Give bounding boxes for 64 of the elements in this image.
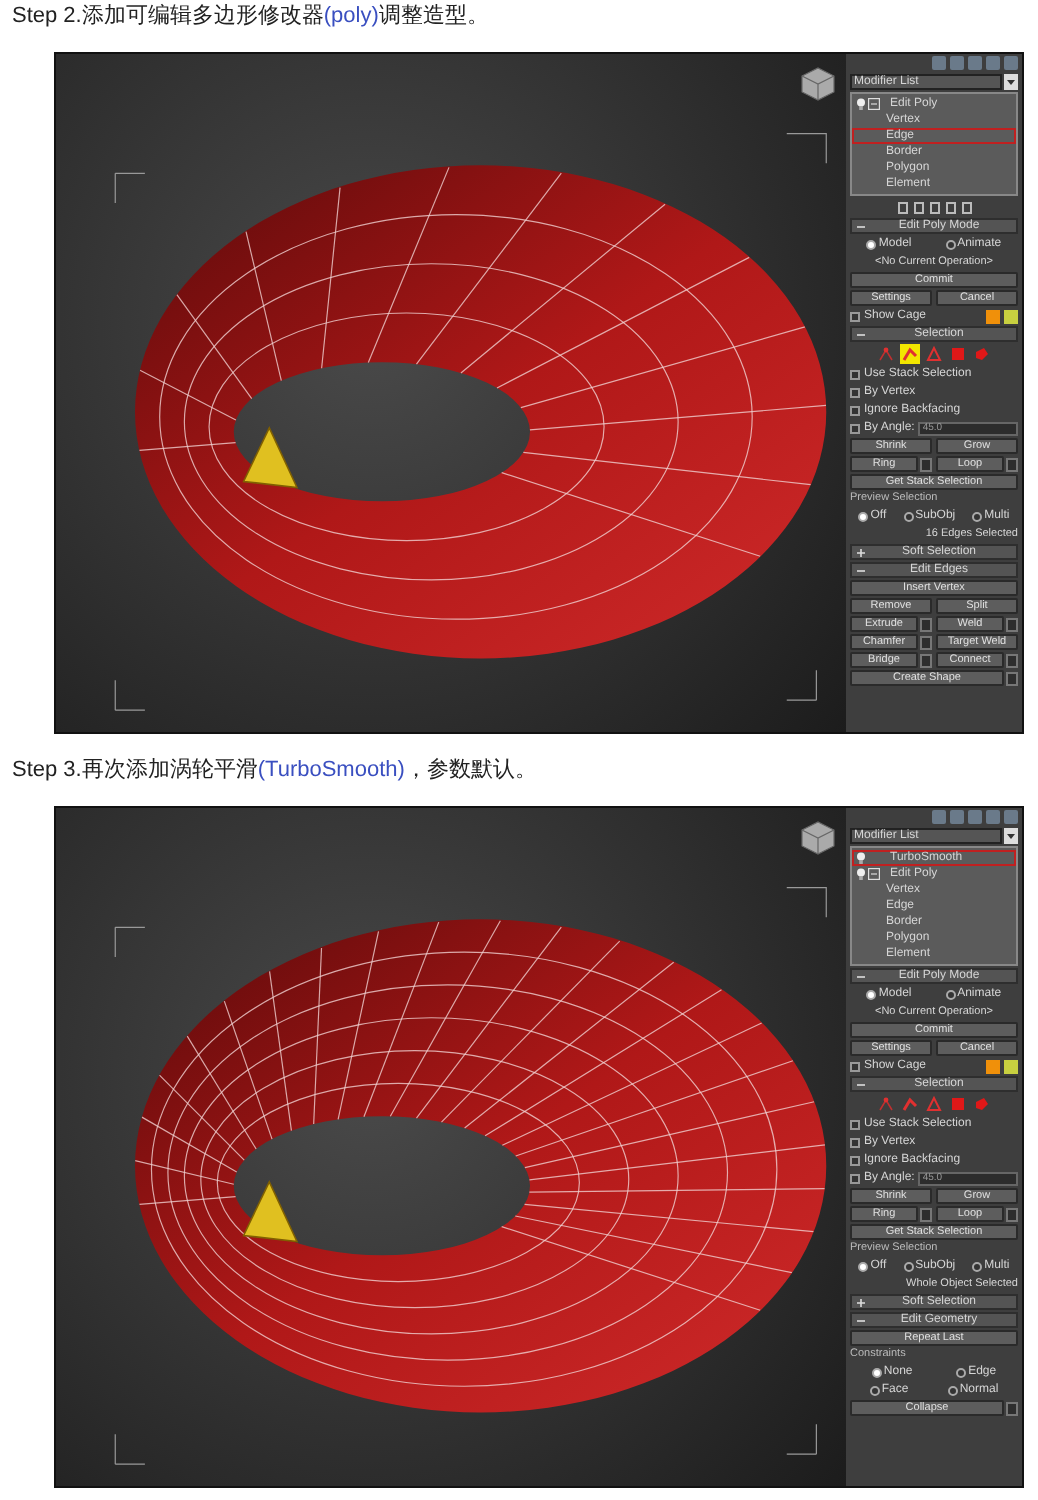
light-bulb-icon[interactable] (856, 98, 866, 110)
edge-icon[interactable] (900, 344, 920, 364)
settings-button[interactable] (1006, 1401, 1018, 1415)
minus-icon (856, 1079, 866, 1089)
radio-button[interactable] (866, 239, 877, 249)
settings-button[interactable] (920, 635, 932, 649)
minus-icon (856, 329, 866, 339)
light-bulb-icon[interactable] (856, 852, 866, 864)
radio-button[interactable] (972, 1261, 983, 1271)
checkbox[interactable] (850, 1173, 860, 1183)
minus-icon (856, 221, 866, 231)
radio-button[interactable] (866, 989, 877, 999)
edge-icon[interactable] (900, 1094, 920, 1114)
checkbox[interactable] (850, 423, 860, 433)
border-icon[interactable] (924, 344, 944, 364)
step-heading: Step 2.添加可编辑多边形修改器(poly)调整造型。 (10, 2, 491, 32)
settings-button[interactable] (1006, 617, 1018, 631)
collapse-icon[interactable] (868, 868, 880, 880)
vertex-icon[interactable] (876, 1094, 896, 1114)
settings-button[interactable] (1006, 457, 1018, 471)
settings-button[interactable] (1006, 653, 1018, 667)
plus-icon (856, 1297, 866, 1307)
settings-button[interactable] (920, 617, 932, 631)
checkbox[interactable] (850, 405, 860, 415)
checkbox[interactable] (850, 1119, 860, 1129)
color-swatch[interactable] (986, 1059, 1000, 1073)
radio-button[interactable] (858, 511, 869, 521)
checkbox[interactable] (850, 311, 860, 321)
radio-button[interactable] (903, 511, 914, 521)
settings-button[interactable] (1006, 1207, 1018, 1221)
radio-button[interactable] (956, 1367, 967, 1377)
settings-button[interactable] (920, 1207, 932, 1221)
radio-button[interactable] (858, 1261, 869, 1271)
collapse-icon[interactable] (868, 98, 880, 110)
radio-button[interactable] (869, 1385, 880, 1395)
checkbox[interactable] (850, 1061, 860, 1071)
settings-button[interactable] (1006, 671, 1018, 685)
light-bulb-icon[interactable] (856, 868, 866, 880)
radio-button[interactable] (903, 1261, 914, 1271)
settings-button[interactable] (920, 457, 932, 471)
radio-button[interactable] (871, 1367, 882, 1377)
plus-icon (856, 547, 866, 557)
minus-icon (856, 971, 866, 981)
view-cube-icon[interactable] (798, 820, 838, 856)
radio-button[interactable] (947, 1385, 958, 1395)
color-swatch[interactable] (1004, 309, 1018, 323)
color-swatch[interactable] (1004, 1059, 1018, 1073)
checkbox[interactable] (850, 1137, 860, 1147)
caret-icon[interactable] (1004, 828, 1018, 844)
checkbox[interactable] (850, 387, 860, 397)
view-cube-icon[interactable] (798, 66, 838, 102)
radio-button[interactable] (945, 989, 956, 999)
settings-button[interactable] (920, 653, 932, 667)
step-heading: Step 3.再次添加涡轮平滑(TurboSmooth)，参数默认。 (10, 756, 539, 786)
minus-icon (856, 565, 866, 575)
checkbox[interactable] (850, 369, 860, 379)
minus-icon (856, 1315, 866, 1325)
checkbox[interactable] (850, 1155, 860, 1165)
border-icon[interactable] (924, 1094, 944, 1114)
vertex-icon[interactable] (876, 344, 896, 364)
color-swatch[interactable] (986, 309, 1000, 323)
radio-button[interactable] (972, 511, 983, 521)
radio-button[interactable] (945, 239, 956, 249)
caret-icon[interactable] (1004, 74, 1018, 90)
